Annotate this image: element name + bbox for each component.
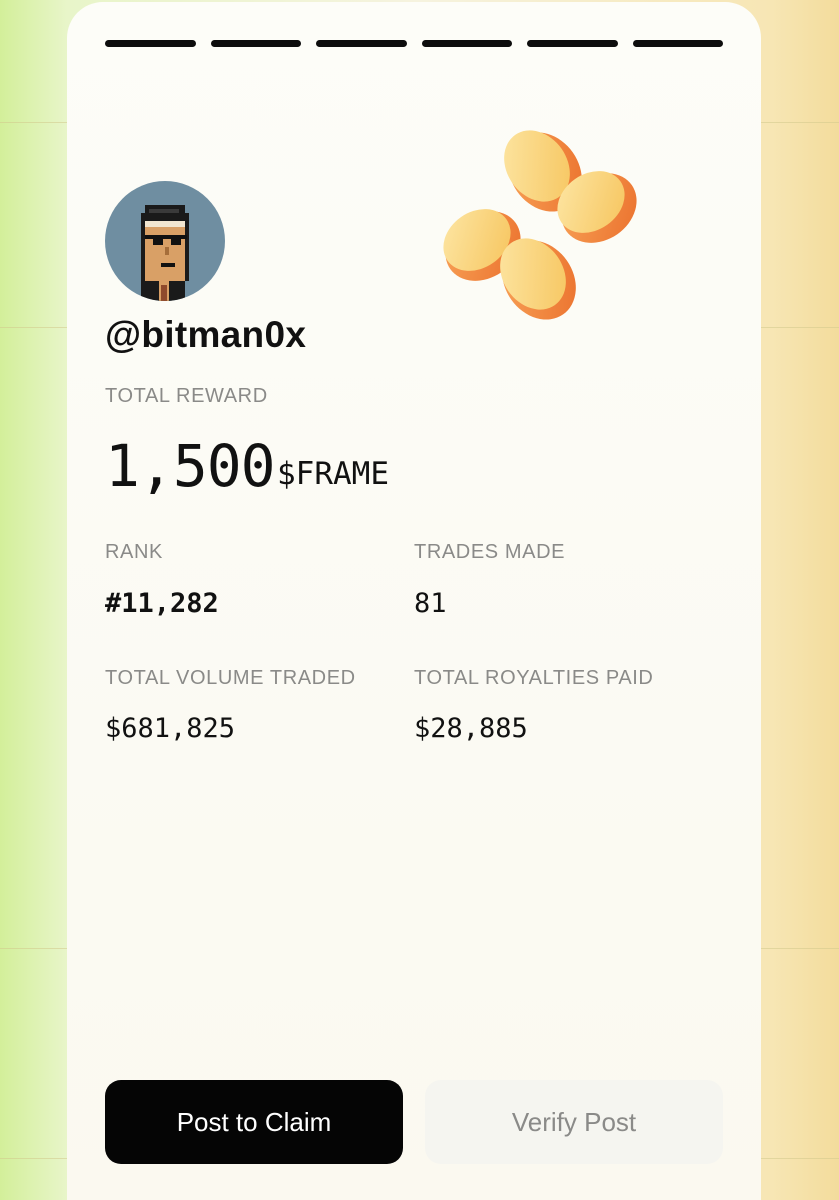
total-royalties-label: TOTAL ROYALTIES PAID	[414, 667, 654, 689]
progress-segment[interactable]	[632, 40, 723, 47]
pixel-punk-avatar-icon	[141, 205, 189, 301]
rank-value: #11,282	[105, 588, 219, 619]
progress-segment[interactable]	[210, 40, 301, 47]
four-petal-logo-icon	[443, 130, 637, 320]
progress-segment[interactable]	[527, 40, 618, 47]
user-handle: @bitman0x	[105, 314, 307, 355]
total-reward-label: TOTAL REWARD	[105, 385, 268, 407]
progress-segment[interactable]	[421, 40, 512, 47]
total-reward-amount: 1,500	[105, 432, 276, 500]
rank-label: RANK	[105, 541, 163, 563]
progress-segment[interactable]	[105, 40, 196, 47]
avatar	[105, 181, 225, 301]
total-volume-value: $681,825	[105, 713, 236, 744]
verify-post-button[interactable]: Verify Post	[425, 1080, 723, 1164]
total-volume-label: TOTAL VOLUME TRADED	[105, 667, 356, 689]
reward-currency: $FRAME	[277, 456, 389, 492]
total-royalties-value: $28,885	[414, 713, 528, 744]
trades-made-label: TRADES MADE	[414, 541, 566, 563]
progress-segment[interactable]	[316, 40, 407, 47]
post-to-claim-button[interactable]: Post to Claim	[105, 1080, 403, 1164]
trades-made-value: 81	[414, 588, 447, 619]
reward-card: @bitman0x TOTAL REWARD 1,500 $FRAME RANK…	[67, 2, 761, 1200]
story-progress-bar	[105, 40, 723, 48]
